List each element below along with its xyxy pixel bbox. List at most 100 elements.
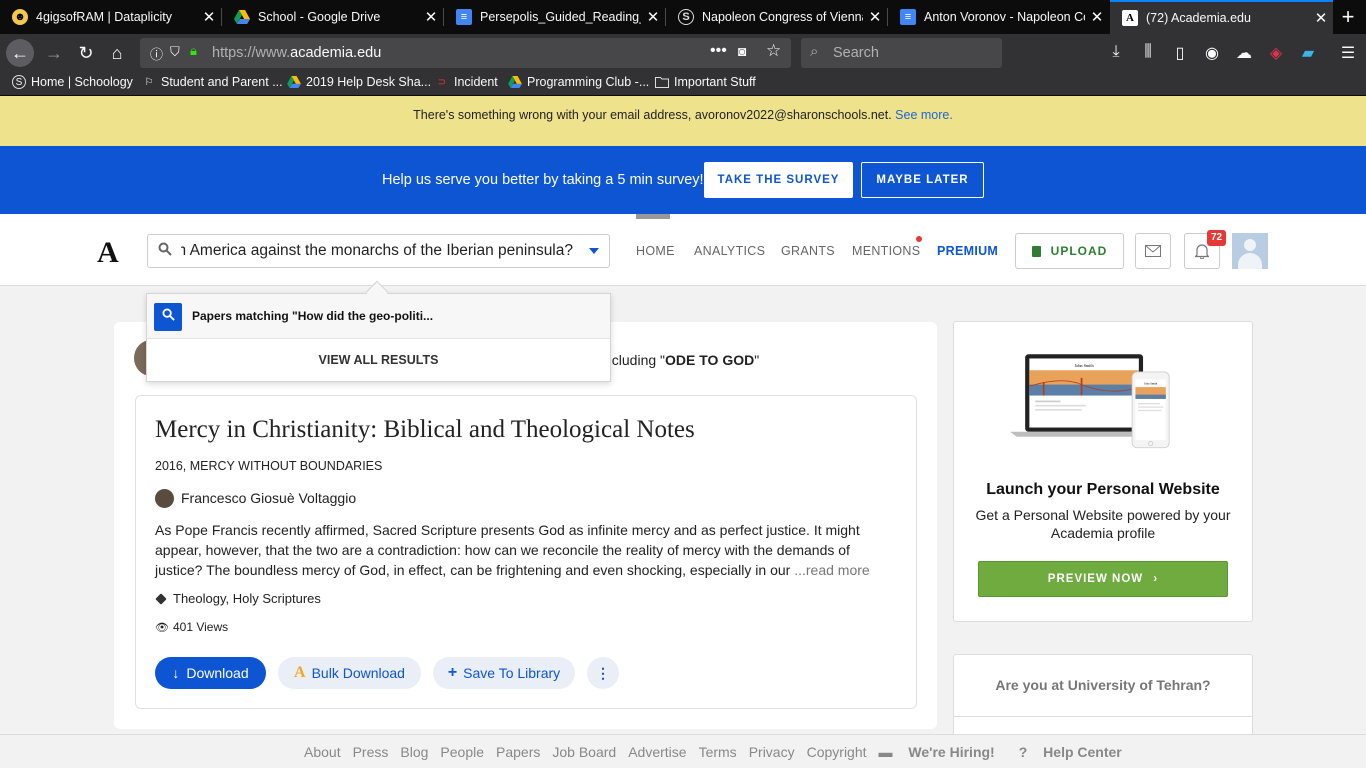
ublock-icon[interactable]: ◈: [1266, 43, 1286, 63]
bookmark-item[interactable]: S Home | Schoology: [12, 75, 133, 89]
downloads-icon[interactable]: ⤓: [1106, 43, 1126, 63]
flag-icon: ⚐: [144, 76, 154, 88]
bookmark-item[interactable]: ⚐ Student and Parent ...: [142, 75, 283, 89]
close-icon[interactable]: ✕: [197, 8, 221, 26]
nav-premium[interactable]: PREMIUM: [937, 244, 998, 258]
menu-icon[interactable]: ☰: [1338, 43, 1358, 63]
maybe-later-button[interactable]: MAYBE LATER: [861, 162, 984, 198]
browser-tab[interactable]: S Napoleon Congress of Vienna • ✕: [666, 0, 887, 34]
bulk-download-button[interactable]: A Bulk Download: [278, 657, 421, 689]
nav-mentions[interactable]: MENTIONS: [852, 244, 920, 258]
bookmark-label: Important Stuff: [674, 75, 756, 89]
briefcase-icon: ▬: [878, 744, 893, 760]
browser-tab[interactable]: School - Google Drive ✕: [222, 0, 443, 34]
pocket-icon[interactable]: ◙: [738, 43, 746, 59]
extension-icon[interactable]: ☁: [1234, 43, 1254, 63]
footer-link-hiring[interactable]: ▬ We're Hiring!: [879, 744, 1007, 760]
personal-website-title: Launch your Personal Website: [986, 481, 1220, 498]
take-survey-button[interactable]: TAKE THE SURVEY: [704, 162, 853, 198]
footer-link-about[interactable]: About: [304, 744, 341, 760]
url-bar[interactable]: ⓘ ⛉ 🔒︎ https://www.academia.edu ••• ◙ ☆: [140, 38, 791, 68]
download-button[interactable]: ↓ Download: [155, 657, 266, 689]
browser-tab-active[interactable]: A (72) Academia.edu ✕: [1110, 0, 1333, 34]
footer-link-job-board[interactable]: Job Board: [552, 744, 616, 760]
bookmark-item[interactable]: Important Stuff: [655, 75, 756, 89]
footer-link-advertise[interactable]: Advertise: [628, 744, 686, 760]
home-button[interactable]: ⌂: [103, 39, 131, 67]
browser-tab[interactable]: ☻ 4gigsofRAM | Dataplicity ✕: [0, 0, 221, 34]
search-placeholder: Search: [833, 45, 879, 61]
nav-grants[interactable]: GRANTS: [781, 244, 835, 258]
search-suggestions-dropdown: Papers matching "How did the geo-politi.…: [146, 293, 611, 382]
account-icon[interactable]: ◉: [1202, 43, 1222, 63]
tab-title: Anton Voronov - Napoleon Con: [924, 10, 1085, 24]
page-actions-icon[interactable]: •••: [710, 42, 727, 60]
search-bar[interactable]: ⌕ Search: [801, 38, 1002, 68]
paper-author[interactable]: Francesco Giosuè Voltaggio: [181, 490, 356, 506]
library-icon[interactable]: ⫼: [1138, 43, 1158, 63]
upload-button[interactable]: UPLOAD: [1015, 233, 1124, 269]
footer-link-papers[interactable]: Papers: [496, 744, 540, 760]
university-question: Are you at University of Tehran?: [995, 677, 1211, 693]
tags-text[interactable]: Theology, Holy Scriptures: [173, 591, 321, 606]
bookmark-item[interactable]: 2019 Help Desk Sha...: [287, 75, 431, 89]
messages-button[interactable]: [1135, 233, 1171, 269]
chevron-down-icon[interactable]: [589, 248, 599, 254]
back-button[interactable]: ←: [6, 39, 34, 67]
see-more-link[interactable]: See more.: [895, 108, 953, 122]
plus-icon: +: [447, 664, 458, 681]
site-search-input[interactable]: How did the geo-political situation in S…: [147, 234, 610, 268]
more-options-button[interactable]: ⋮: [587, 657, 619, 689]
extension-icon[interactable]: ▰: [1298, 43, 1318, 63]
nav-home[interactable]: HOME: [636, 244, 675, 258]
folder-icon: [655, 75, 669, 89]
footer-link-press[interactable]: Press: [353, 744, 389, 760]
paper-tags: Theology, Holy Scriptures: [155, 591, 321, 606]
bookmark-label: Incident: [454, 75, 498, 89]
save-to-library-button[interactable]: + Save To Library: [433, 657, 575, 689]
survey-message: Help us serve you better by taking a 5 m…: [382, 172, 704, 188]
user-avatar[interactable]: [1232, 233, 1268, 269]
close-icon[interactable]: ✕: [863, 8, 887, 26]
footer-link-blog[interactable]: Blog: [400, 744, 428, 760]
browser-tab[interactable]: ≡ Persepolis_Guided_Reading_Qu ✕: [444, 0, 665, 34]
sidebar-icon[interactable]: ▯: [1170, 43, 1190, 63]
footer-link-terms[interactable]: Terms: [699, 744, 737, 760]
academia-logo[interactable]: A: [97, 236, 119, 270]
footer: About Press Blog People Papers Job Board…: [0, 734, 1366, 768]
nav-analytics[interactable]: ANALYTICS: [694, 244, 765, 258]
bookmark-star-icon[interactable]: ☆: [766, 41, 781, 61]
browser-tab[interactable]: ≡ Anton Voronov - Napoleon Con ✕: [888, 0, 1109, 34]
paper-title[interactable]: Mercy in Christianity: Biblical and Theo…: [155, 416, 695, 444]
footer-link-people[interactable]: People: [440, 744, 484, 760]
feed-context-text: ncluding "ODE TO GOD": [604, 352, 760, 368]
info-icon[interactable]: ⓘ: [150, 44, 163, 63]
forward-button[interactable]: →: [40, 39, 68, 67]
svg-text:John Smith: John Smith: [1144, 382, 1158, 386]
search-icon: [154, 303, 182, 331]
new-tab-button[interactable]: +: [1336, 4, 1360, 30]
bookmark-item[interactable]: Programming Club -...: [508, 75, 649, 89]
bookmark-label: Programming Club -...: [527, 75, 650, 89]
tab-title: School - Google Drive: [258, 10, 381, 24]
footer-link-privacy[interactable]: Privacy: [749, 744, 795, 760]
close-icon[interactable]: ✕: [641, 8, 665, 26]
close-icon[interactable]: ✕: [1085, 8, 1109, 26]
preview-now-button[interactable]: PREVIEW NOW ›: [978, 561, 1228, 597]
file-upload-icon: [1031, 245, 1041, 257]
read-more-link[interactable]: ...read more: [794, 562, 869, 578]
mentions-indicator: [916, 236, 922, 242]
close-icon[interactable]: ✕: [1309, 9, 1333, 27]
survey-banner: Help us serve you better by taking a 5 m…: [0, 146, 1366, 214]
footer-link-help-center[interactable]: ? Help Center: [1019, 744, 1134, 760]
search-query-text: How did the geo-political situation in S…: [181, 242, 573, 259]
view-all-results-link[interactable]: VIEW ALL RESULTS: [147, 353, 610, 367]
reload-button[interactable]: ↻: [72, 39, 100, 67]
close-icon[interactable]: ✕: [419, 8, 443, 26]
svg-text:John Smith: John Smith: [1075, 363, 1095, 368]
url-text[interactable]: https://www.academia.edu: [212, 45, 381, 61]
author-avatar[interactable]: [155, 489, 174, 508]
bookmark-item[interactable]: ⊃ Incident: [435, 75, 498, 89]
shield-icon[interactable]: ⛉: [170, 44, 180, 60]
footer-link-copyright[interactable]: Copyright: [807, 744, 867, 760]
